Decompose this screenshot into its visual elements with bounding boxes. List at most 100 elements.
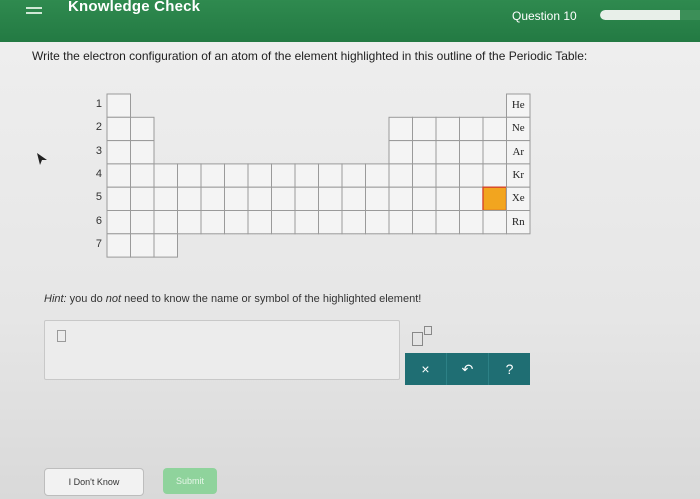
periodic-table-cell — [130, 233, 155, 258]
periodic-table-cell — [106, 210, 131, 235]
superscript-exponent-icon — [424, 326, 432, 335]
periodic-table-cell — [130, 163, 155, 188]
periodic-table-cell — [482, 116, 507, 142]
periodic-table-cell — [388, 210, 413, 235]
periodic-table-cell — [459, 210, 484, 235]
periodic-table-cell — [435, 140, 460, 165]
math-toolbar: × ↶ ? — [405, 353, 530, 385]
periodic-table-cell — [200, 186, 225, 211]
periodic-table-cell — [153, 233, 178, 258]
periodic-table-cell — [318, 186, 343, 211]
periodic-table-cell — [130, 116, 155, 142]
answer-input[interactable] — [44, 320, 400, 380]
undo-button[interactable]: ↶ — [447, 353, 489, 385]
page-title: Knowledge Check — [68, 0, 201, 15]
hint-text: Hint: you do not need to know the name o… — [44, 293, 421, 305]
periodic-table-cell — [294, 186, 319, 211]
submit-button[interactable]: Submit — [163, 468, 217, 494]
period-label: 6 — [95, 214, 102, 227]
hint-post: need to know the name or symbol of the h… — [121, 293, 422, 305]
period-label: 3 — [95, 144, 102, 157]
periodic-table-cell — [459, 140, 484, 165]
progress-fill — [600, 10, 680, 20]
periodic-table-cell — [482, 210, 507, 235]
periodic-table-cell — [435, 186, 460, 211]
periodic-table-cell — [271, 186, 296, 211]
periodic-table-cell — [153, 163, 178, 188]
periodic-table-cell — [388, 186, 413, 211]
dont-know-button[interactable]: I Don't Know — [44, 468, 144, 496]
periodic-table-cell — [459, 163, 484, 188]
noble-gas-label: Kr — [512, 168, 525, 181]
periodic-table-cell — [412, 140, 437, 165]
periodic-table-cell — [412, 186, 437, 211]
periodic-table-cell — [177, 163, 202, 188]
periodic-table-cell — [271, 210, 296, 235]
periodic-table-cell — [106, 93, 131, 118]
clear-button[interactable]: × — [405, 353, 447, 385]
periodic-table-cell — [224, 163, 249, 188]
hint-emphasis: not — [105, 293, 122, 305]
periodic-table-cell — [459, 116, 484, 142]
menu-icon[interactable] — [26, 4, 42, 17]
answer-placeholder-box — [57, 330, 66, 342]
periodic-table-cell — [341, 163, 366, 188]
periodic-table-cell — [247, 186, 272, 211]
periodic-table-cell — [318, 210, 343, 235]
periodic-table-cell — [294, 210, 319, 235]
question-number: Question 10 — [512, 9, 577, 23]
periodic-table-cell — [130, 186, 155, 211]
periodic-table-cell — [388, 140, 413, 165]
periodic-table-outline: 1 2 3 4 5 6 7 He Ne Ar Kr Xe Rn — [92, 92, 542, 262]
periodic-table-cell — [412, 116, 437, 142]
periodic-table-cell — [106, 186, 131, 211]
progress-bar — [600, 10, 700, 20]
periodic-table-cell — [153, 186, 178, 211]
period-label: 7 — [95, 237, 102, 250]
periodic-table-cell — [459, 186, 484, 211]
periodic-table-cell — [153, 210, 178, 235]
periodic-table-cell — [106, 140, 131, 165]
mouse-pointer-icon — [37, 153, 47, 165]
periodic-table-cell — [388, 116, 413, 142]
periodic-table-cell — [412, 210, 437, 235]
periodic-table-cell — [177, 210, 202, 235]
periodic-table-cell — [177, 186, 202, 211]
noble-gas-label: Ar — [512, 145, 525, 158]
periodic-table-cell — [106, 116, 131, 142]
question-prompt: Write the electron configuration of an a… — [32, 49, 588, 63]
noble-gas-label: He — [511, 99, 525, 111]
periodic-table-cell — [247, 163, 272, 188]
noble-gas-label: Rn — [511, 215, 525, 228]
periodic-table-cell — [318, 163, 343, 188]
periodic-table-cell — [435, 116, 460, 142]
hint-pre: you do — [66, 293, 106, 305]
periodic-table-cell — [365, 210, 390, 235]
periodic-table-cell — [341, 186, 366, 211]
period-label: 2 — [95, 121, 102, 134]
period-label: 5 — [95, 191, 102, 204]
periodic-table-cell — [106, 233, 131, 258]
periodic-table-cell — [365, 163, 390, 188]
periodic-table-cell — [224, 186, 249, 211]
periodic-table-cell — [435, 210, 460, 235]
periodic-table-cell — [106, 163, 131, 188]
periodic-table-cell — [130, 210, 155, 235]
highlighted-element-cell — [482, 186, 508, 212]
periodic-table-cell — [435, 163, 460, 188]
periodic-table-cell — [388, 163, 413, 188]
periodic-table-cell — [271, 163, 296, 188]
periodic-table-cell — [224, 210, 249, 235]
periodic-table-cell — [200, 210, 225, 235]
superscript-button[interactable] — [412, 326, 442, 346]
hint-label: Hint: — [44, 293, 67, 305]
periodic-table-cell — [412, 163, 437, 188]
question-panel: Write the electron configuration of an a… — [0, 42, 700, 499]
periodic-table-cell — [200, 163, 225, 188]
periodic-table-cell — [482, 140, 507, 165]
periodic-table-cell — [482, 163, 507, 188]
help-button[interactable]: ? — [489, 353, 530, 385]
periodic-table-cell — [294, 163, 319, 188]
periodic-table-cell — [365, 186, 390, 211]
periodic-table-cell — [247, 210, 272, 235]
